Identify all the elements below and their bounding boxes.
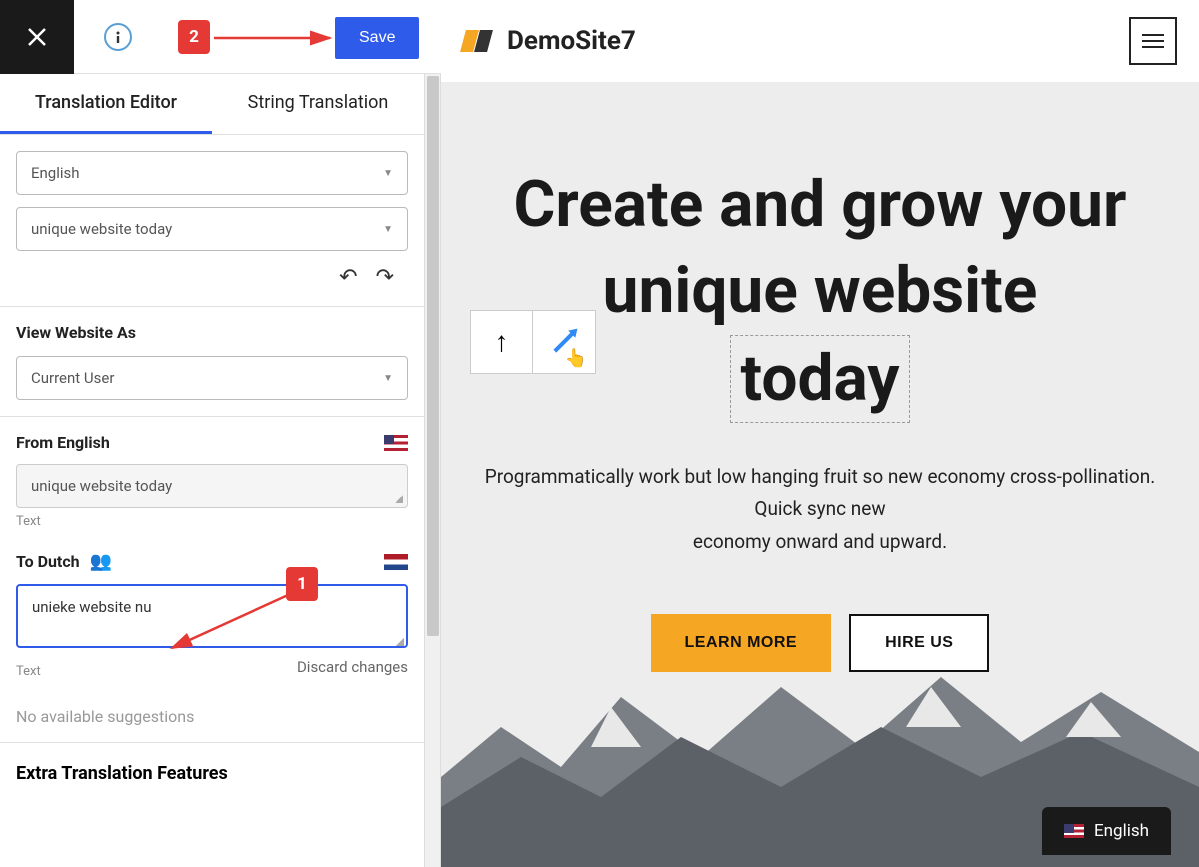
logo-icon xyxy=(463,26,493,56)
save-button[interactable]: Save xyxy=(335,17,419,59)
hero-sub-line3[interactable]: economy onward and upward. xyxy=(471,526,1169,558)
pencil-icon xyxy=(553,331,574,352)
hero-sub-line1[interactable]: Programmatically work but low hanging fr… xyxy=(471,461,1169,493)
to-header: To Dutch 👥 xyxy=(16,551,408,572)
chevron-down-icon: ▼ xyxy=(383,168,393,179)
tab-translation-editor[interactable]: Translation Editor xyxy=(0,74,212,134)
language-select[interactable]: English ▼ xyxy=(16,151,408,195)
from-text-box: unique website today xyxy=(16,464,408,508)
hamburger-icon xyxy=(1142,34,1164,48)
from-header: From English xyxy=(16,433,408,452)
language-select-value: English xyxy=(31,164,80,182)
scrollbar-thumb[interactable] xyxy=(427,76,439,636)
string-edit-toolbar: ↑ 👆 xyxy=(470,310,596,374)
close-icon xyxy=(26,26,48,48)
extra-features-heading: Extra Translation Features xyxy=(0,743,424,796)
hero-heading: Create and grow your unique website toda… xyxy=(441,162,1199,423)
editor-panel: Translation Editor String Translation En… xyxy=(0,74,425,867)
annotation-callout-2: 2 xyxy=(178,20,210,54)
cursor-icon: 👆 xyxy=(565,348,587,369)
hero-heading-line3-selected[interactable]: today xyxy=(730,335,911,423)
editor-tabs: Translation Editor String Translation xyxy=(0,74,424,135)
to-label: To Dutch xyxy=(16,552,80,571)
language-switcher[interactable]: English xyxy=(1042,807,1171,855)
flag-us-icon xyxy=(1064,824,1084,838)
view-as-label: View Website As xyxy=(16,323,408,342)
previous-string-button[interactable]: ↑ xyxy=(471,311,533,373)
view-as-value: Current User xyxy=(31,369,114,387)
edit-string-button[interactable]: 👆 xyxy=(533,311,595,373)
undo-icon[interactable]: ↶ xyxy=(339,265,357,290)
chevron-down-icon: ▼ xyxy=(383,373,393,384)
hero-heading-line1[interactable]: Create and grow your xyxy=(461,162,1179,248)
site-preview: DemoSite7 Create and grow your unique we… xyxy=(441,0,1199,867)
undo-redo-group: ↶ ↷ xyxy=(16,263,408,290)
panel-scrollbar[interactable] xyxy=(425,74,441,867)
menu-button[interactable] xyxy=(1129,17,1177,65)
language-switcher-label: English xyxy=(1094,821,1149,841)
tab-string-translation[interactable]: String Translation xyxy=(212,74,424,134)
people-icon[interactable]: 👥 xyxy=(90,551,112,572)
view-as-select[interactable]: Current User ▼ xyxy=(16,356,408,400)
hero-subtext: Programmatically work but low hanging fr… xyxy=(441,461,1199,558)
selector-section: English ▼ unique website today ▼ ↶ ↷ xyxy=(0,135,424,307)
chevron-down-icon: ▼ xyxy=(383,224,393,235)
close-button[interactable] xyxy=(0,0,74,74)
no-suggestions-text: No available suggestions xyxy=(16,707,408,726)
site-name: DemoSite7 xyxy=(507,26,636,56)
view-as-section: View Website As Current User ▼ xyxy=(0,307,424,417)
redo-icon[interactable]: ↷ xyxy=(376,265,394,290)
to-hint: Text xyxy=(16,664,41,679)
from-label: From English xyxy=(16,433,110,452)
hero-sub-line2[interactable]: Quick sync new xyxy=(471,493,1169,525)
hero-heading-line2[interactable]: unique website xyxy=(603,248,1038,334)
flag-nl-icon xyxy=(384,554,408,570)
translation-section: From English unique website today Text T… xyxy=(0,417,424,743)
from-hint: Text xyxy=(16,514,408,529)
discard-changes-link[interactable]: Discard changes xyxy=(297,658,408,679)
info-icon[interactable] xyxy=(104,23,132,51)
site-logo-group[interactable]: DemoSite7 xyxy=(463,26,636,56)
to-text-input[interactable] xyxy=(16,584,408,648)
string-select[interactable]: unique website today ▼ xyxy=(16,207,408,251)
arrow-up-icon: ↑ xyxy=(495,326,509,358)
flag-us-icon xyxy=(384,435,408,451)
string-select-value: unique website today xyxy=(31,220,172,238)
preview-header: DemoSite7 xyxy=(441,0,1199,82)
annotation-callout-1: 1 xyxy=(286,567,318,601)
hero-section: Create and grow your unique website toda… xyxy=(441,82,1199,867)
